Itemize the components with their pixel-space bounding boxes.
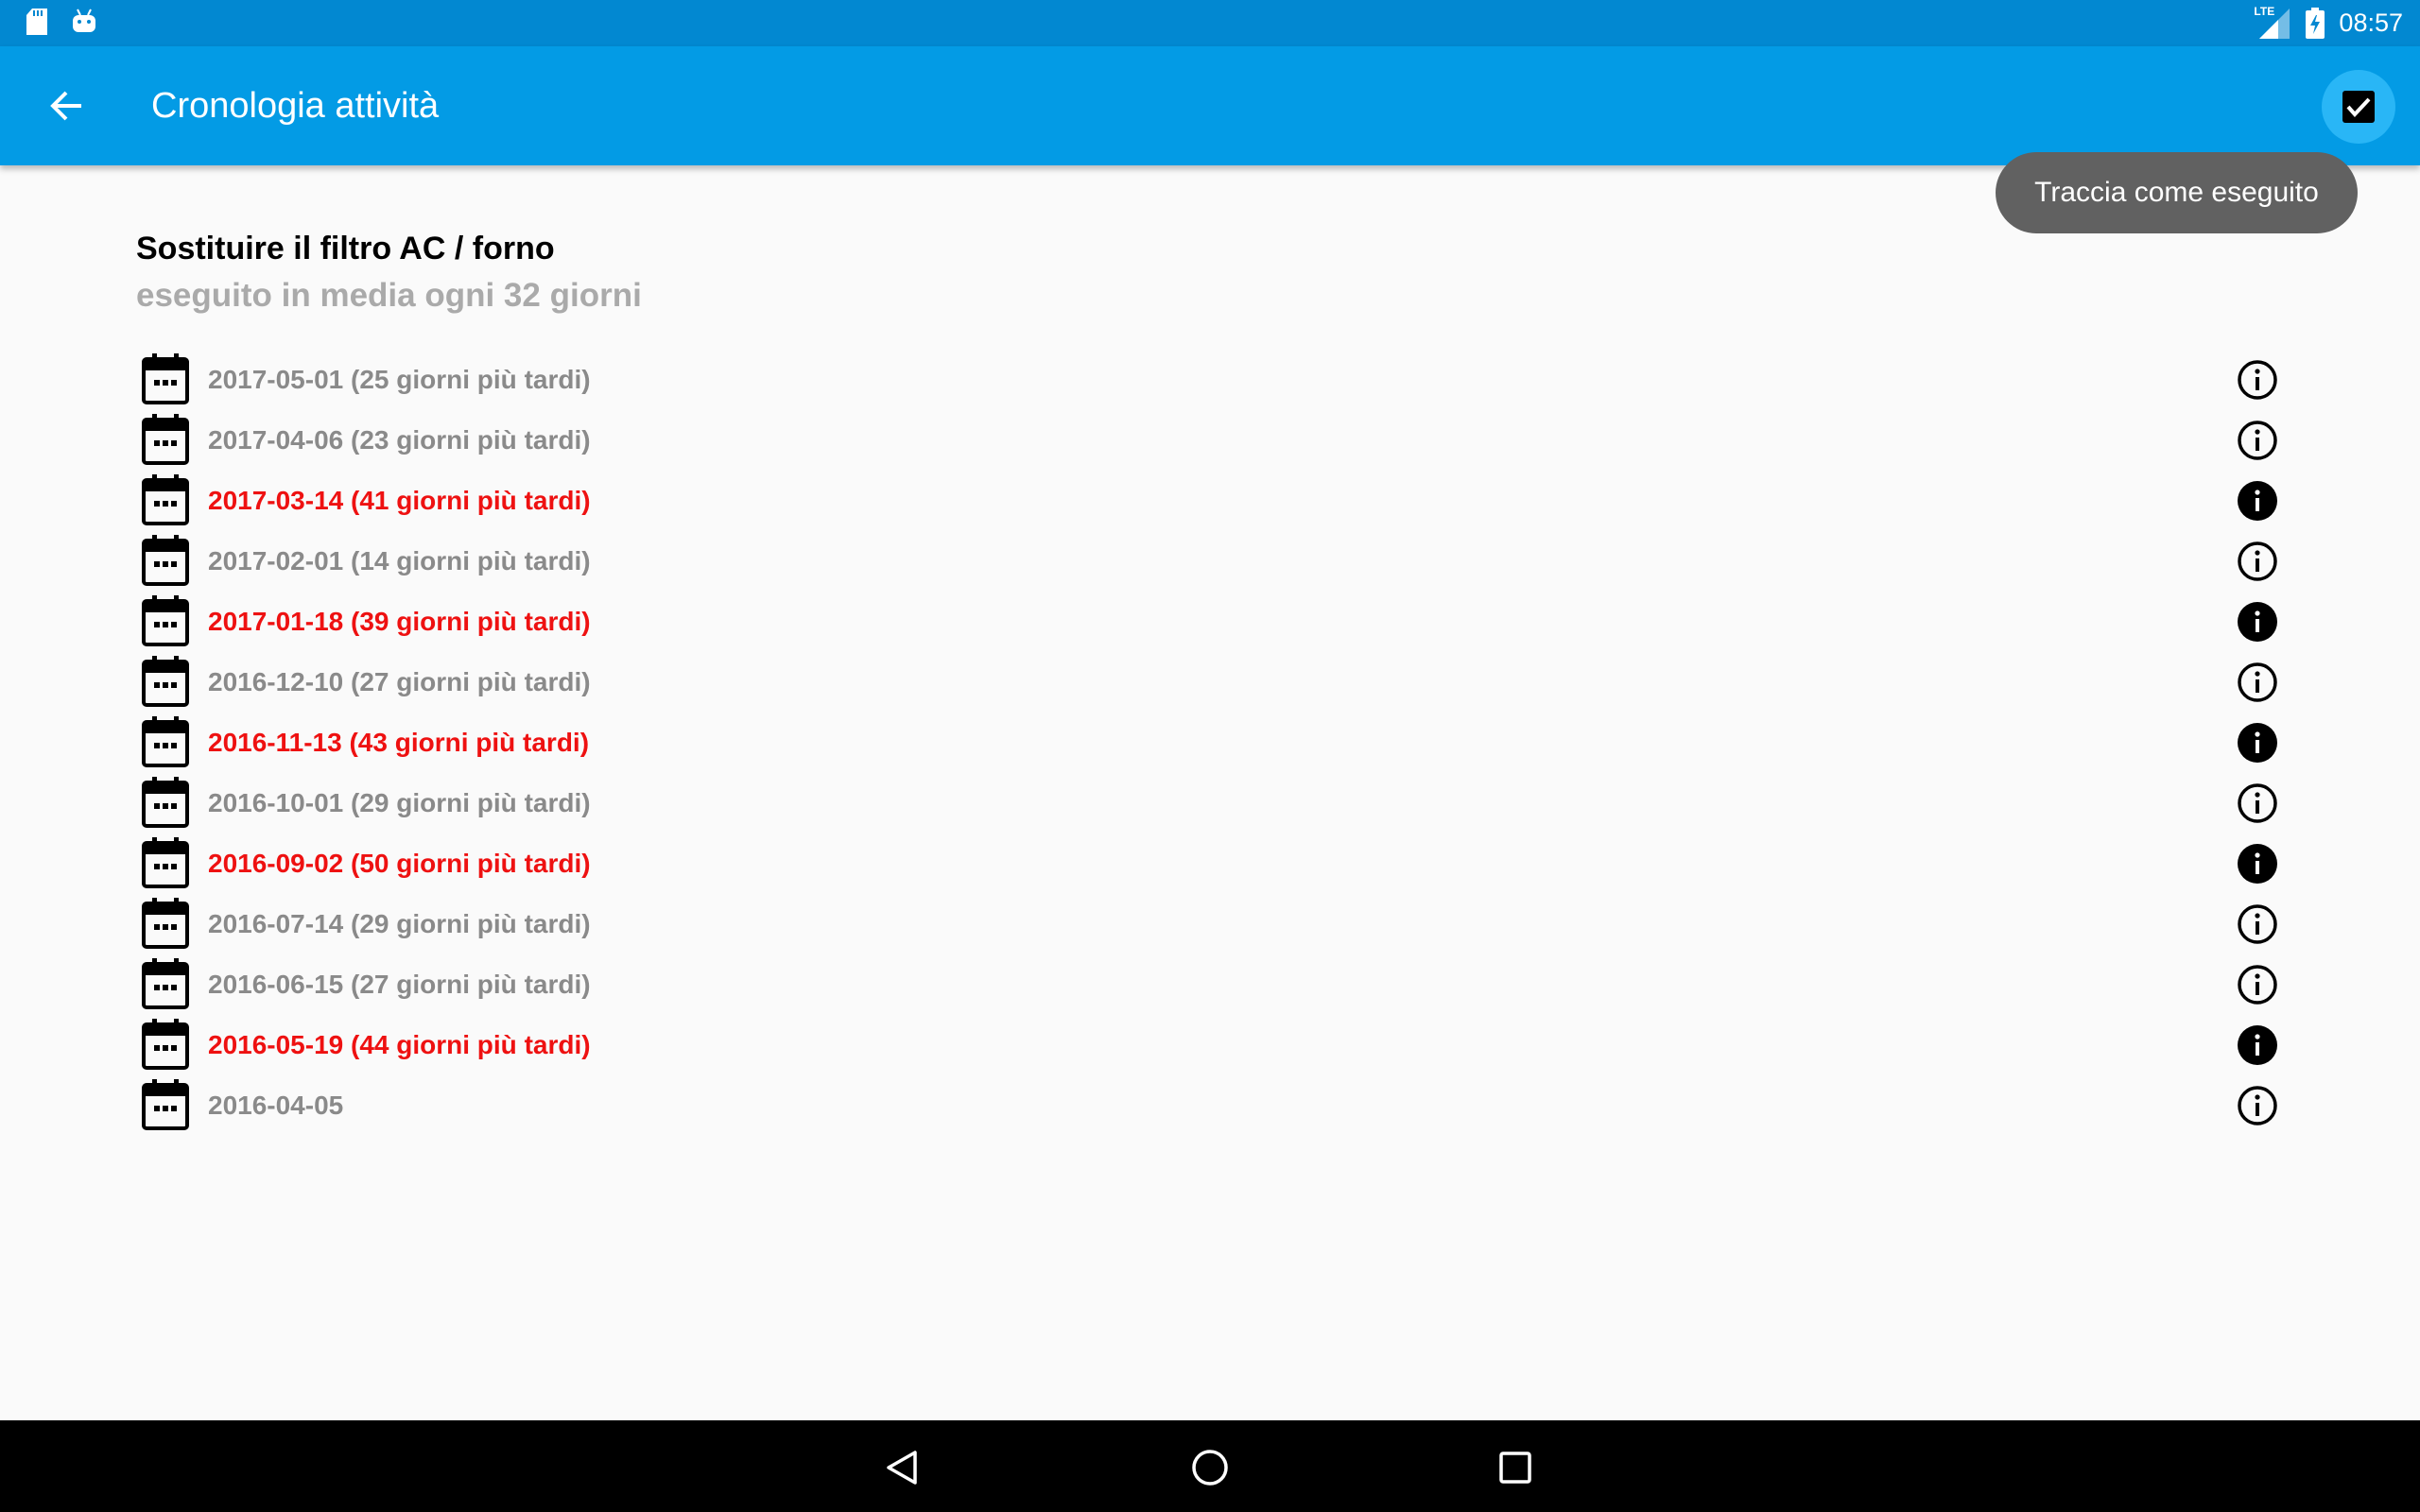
history-list: 2017-05-01 (25 giorni più tardi) 2017-04… — [136, 352, 2288, 1138]
info-filled-icon[interactable] — [2237, 480, 2278, 522]
info-filled-icon[interactable] — [2237, 843, 2278, 885]
calendar-icon — [142, 595, 189, 646]
history-row: 2016-12-10 (27 giorni più tardi) — [136, 654, 2288, 714]
history-row: 2016-07-14 (29 giorni più tardi) — [136, 896, 2288, 956]
history-row: 2016-05-19 (44 giorni più tardi) — [136, 1017, 2288, 1077]
system-nav-bar — [0, 1420, 2420, 1512]
tooltip: Traccia come eseguito — [1996, 152, 2358, 233]
history-row: 2017-05-01 (25 giorni più tardi) — [136, 352, 2288, 412]
sd-card-icon — [26, 9, 47, 35]
history-entry-label: 2016-11-13 (43 giorni più tardi) — [208, 728, 590, 757]
battery-charging-icon — [2306, 7, 2325, 39]
history-row: 2016-11-13 (43 giorni più tardi) — [136, 714, 2288, 775]
history-entry-label: 2016-12-10 (27 giorni più tardi) — [208, 667, 591, 696]
history-entry-label: 2017-01-18 (39 giorni più tardi) — [208, 607, 591, 636]
lte-signal-icon: LTE — [2254, 5, 2291, 41]
info-outline-icon[interactable] — [2237, 420, 2278, 461]
task-average-subtitle: eseguito in media ogni 32 giorni — [136, 277, 642, 314]
checkbox-checked-icon — [2342, 91, 2375, 123]
info-outline-icon[interactable] — [2237, 1085, 2278, 1126]
history-entry-label: 2017-05-01 (25 giorni più tardi) — [208, 365, 591, 394]
nav-back-button[interactable] — [875, 1439, 932, 1496]
info-outline-icon[interactable] — [2237, 782, 2278, 824]
arrow-back-icon — [50, 91, 81, 121]
status-notifications — [25, 8, 98, 36]
history-row: 2016-04-05 — [136, 1077, 2288, 1138]
mark-done-button[interactable] — [2322, 70, 2395, 144]
calendar-icon — [142, 474, 189, 525]
info-outline-icon[interactable] — [2237, 903, 2278, 945]
info-outline-icon[interactable] — [2237, 964, 2278, 1005]
history-entry-label: 2016-10-01 (29 giorni più tardi) — [208, 788, 591, 817]
calendar-icon — [142, 716, 189, 767]
task-title: Sostituire il filtro AC / forno — [136, 231, 555, 266]
calendar-icon — [142, 958, 189, 1009]
info-filled-icon[interactable] — [2237, 722, 2278, 764]
nav-home-button[interactable] — [1182, 1439, 1238, 1496]
history-entry-label: 2016-05-19 (44 giorni più tardi) — [208, 1030, 591, 1059]
calendar-icon — [142, 777, 189, 828]
calendar-icon — [142, 837, 189, 888]
status-clock: 08:57 — [2339, 9, 2403, 37]
calendar-icon — [142, 898, 189, 949]
android-icon — [73, 9, 95, 32]
history-row: 2016-10-01 (29 giorni più tardi) — [136, 775, 2288, 835]
info-outline-icon[interactable] — [2237, 359, 2278, 401]
info-outline-icon[interactable] — [2237, 662, 2278, 703]
info-filled-icon[interactable] — [2237, 601, 2278, 643]
history-row: 2017-01-18 (39 giorni più tardi) — [136, 593, 2288, 654]
history-entry-label: 2016-04-05 — [208, 1091, 344, 1120]
history-row: 2017-04-06 (23 giorni più tardi) — [136, 412, 2288, 472]
calendar-icon — [142, 656, 189, 707]
app-bar: Cronologia attività — [0, 46, 2420, 165]
info-outline-icon[interactable] — [2237, 541, 2278, 582]
history-entry-label: 2017-04-06 (23 giorni più tardi) — [208, 425, 591, 455]
history-entry-label: 2017-02-01 (14 giorni più tardi) — [208, 546, 591, 576]
history-row: 2016-09-02 (50 giorni più tardi) — [136, 835, 2288, 896]
calendar-icon — [142, 535, 189, 586]
history-entry-label: 2016-07-14 (29 giorni più tardi) — [208, 909, 591, 938]
history-row: 2017-03-14 (41 giorni più tardi) — [136, 472, 2288, 533]
calendar-icon — [142, 353, 189, 404]
nav-recents-button[interactable] — [1487, 1439, 1544, 1496]
calendar-icon — [142, 1019, 189, 1070]
calendar-icon — [142, 1079, 189, 1130]
status-system-icons: LTE 08:57 — [2254, 0, 2403, 46]
history-entry-label: 2017-03-14 (41 giorni più tardi) — [208, 486, 591, 515]
back-button[interactable] — [42, 84, 95, 128]
calendar-icon — [142, 414, 189, 465]
status-bar: LTE 08:57 — [0, 0, 2420, 46]
page-title: Cronologia attività — [151, 86, 440, 126]
history-entry-label: 2016-09-02 (50 giorni più tardi) — [208, 849, 591, 878]
history-row: 2016-06-15 (27 giorni più tardi) — [136, 956, 2288, 1017]
history-entry-label: 2016-06-15 (27 giorni più tardi) — [208, 970, 591, 999]
info-filled-icon[interactable] — [2237, 1024, 2278, 1066]
history-row: 2017-02-01 (14 giorni più tardi) — [136, 533, 2288, 593]
